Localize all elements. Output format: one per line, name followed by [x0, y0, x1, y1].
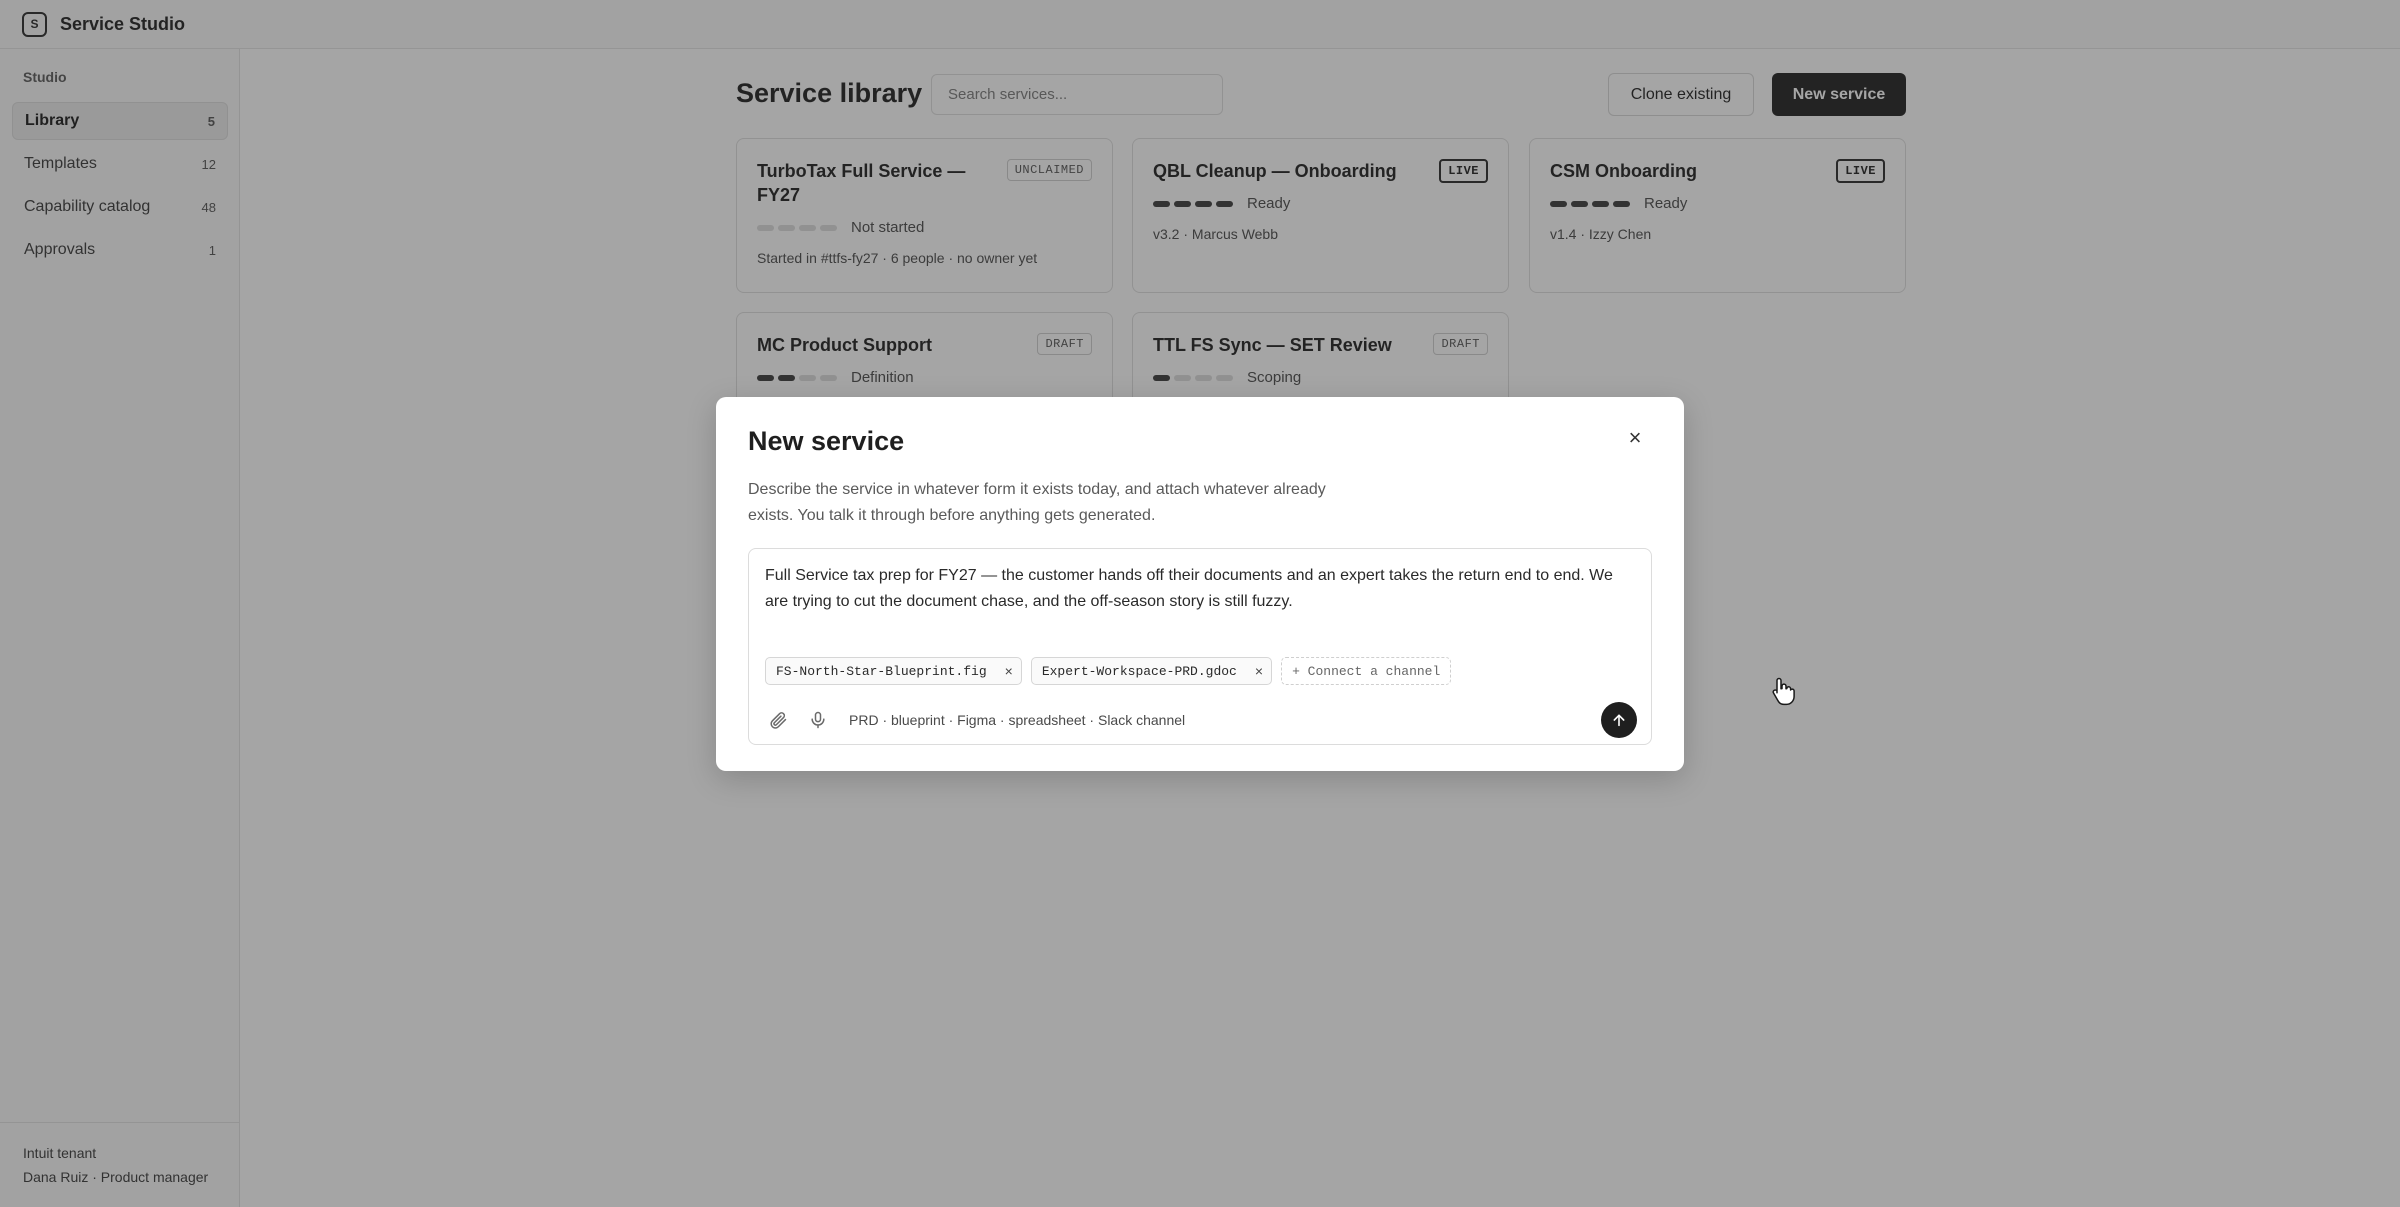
composer-input[interactable]: Full Service tax prep for FY27 — the cus… [765, 563, 1637, 615]
composer-toolbar: PRD · blueprint · Figma · spreadsheet · … [765, 702, 1637, 738]
supported-formats: PRD · blueprint · Figma · spreadsheet · … [849, 712, 1186, 728]
microphone-icon[interactable] [805, 707, 831, 733]
dialog-title: New service [748, 426, 905, 456]
dialog-description: Describe the service in whatever form it… [748, 481, 1326, 524]
remove-attachment-icon[interactable]: × [1255, 663, 1263, 679]
service-composer[interactable]: Full Service tax prep for FY27 — the cus… [748, 548, 1652, 745]
attachment-list: FS-North-Star-Blueprint.fig × Expert-Wor… [765, 657, 1460, 685]
send-button[interactable] [1601, 702, 1637, 738]
new-service-dialog: New service × Describe the service in wh… [716, 397, 1684, 771]
attachment-name: FS-North-Star-Blueprint.fig [776, 663, 987, 679]
arrow-up-icon [1613, 714, 1625, 727]
attachment-chip[interactable]: FS-North-Star-Blueprint.fig × [765, 657, 1022, 685]
attachment-chip[interactable]: Expert-Workspace-PRD.gdoc × [1030, 657, 1273, 685]
paperclip-icon[interactable] [765, 707, 791, 733]
connect-channel-button[interactable]: + Connect a channel [1281, 657, 1452, 685]
hand-pointer-icon [1772, 677, 1795, 706]
remove-attachment-icon[interactable]: × [1005, 663, 1013, 679]
attachment-name: Expert-Workspace-PRD.gdoc [1041, 663, 1237, 679]
close-icon[interactable]: × [1622, 425, 1648, 451]
